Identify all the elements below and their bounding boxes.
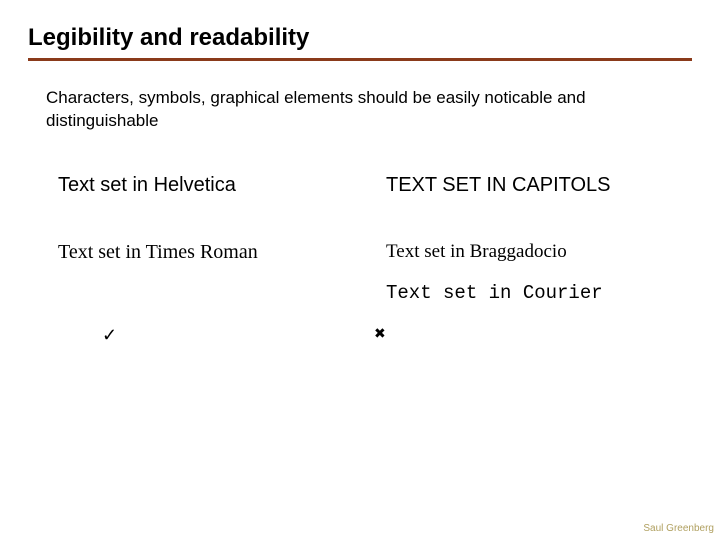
font-samples-columns: Text set in Helvetica Text set in Times … (28, 173, 692, 336)
evaluation-mark-left: ✓ (46, 325, 360, 346)
left-column: Text set in Helvetica Text set in Times … (46, 173, 346, 336)
sample-helvetica: Text set in Helvetica (58, 173, 346, 198)
body-paragraph: Characters, symbols, graphical elements … (28, 87, 692, 133)
footer-credit: Saul Greenberg (643, 523, 714, 534)
check-icon: ✓ (46, 325, 360, 346)
sample-courier: Text set in Courier (386, 282, 674, 306)
evaluation-marks-row: ✓ ✖ (28, 325, 692, 346)
slide-container: Legibility and readability Characters, s… (0, 0, 720, 540)
sample-capitols: TEXT SET IN CAPITOLS (386, 173, 674, 198)
sample-times-roman: Text set in Times Roman (58, 240, 346, 265)
cross-icon: ✖ (360, 325, 674, 342)
slide-title: Legibility and readability (28, 24, 692, 61)
evaluation-mark-right: ✖ (360, 325, 674, 346)
sample-braggadocio: Text set in Braggadocio (386, 240, 674, 264)
right-column: TEXT SET IN CAPITOLS Text set in Braggad… (386, 173, 674, 336)
